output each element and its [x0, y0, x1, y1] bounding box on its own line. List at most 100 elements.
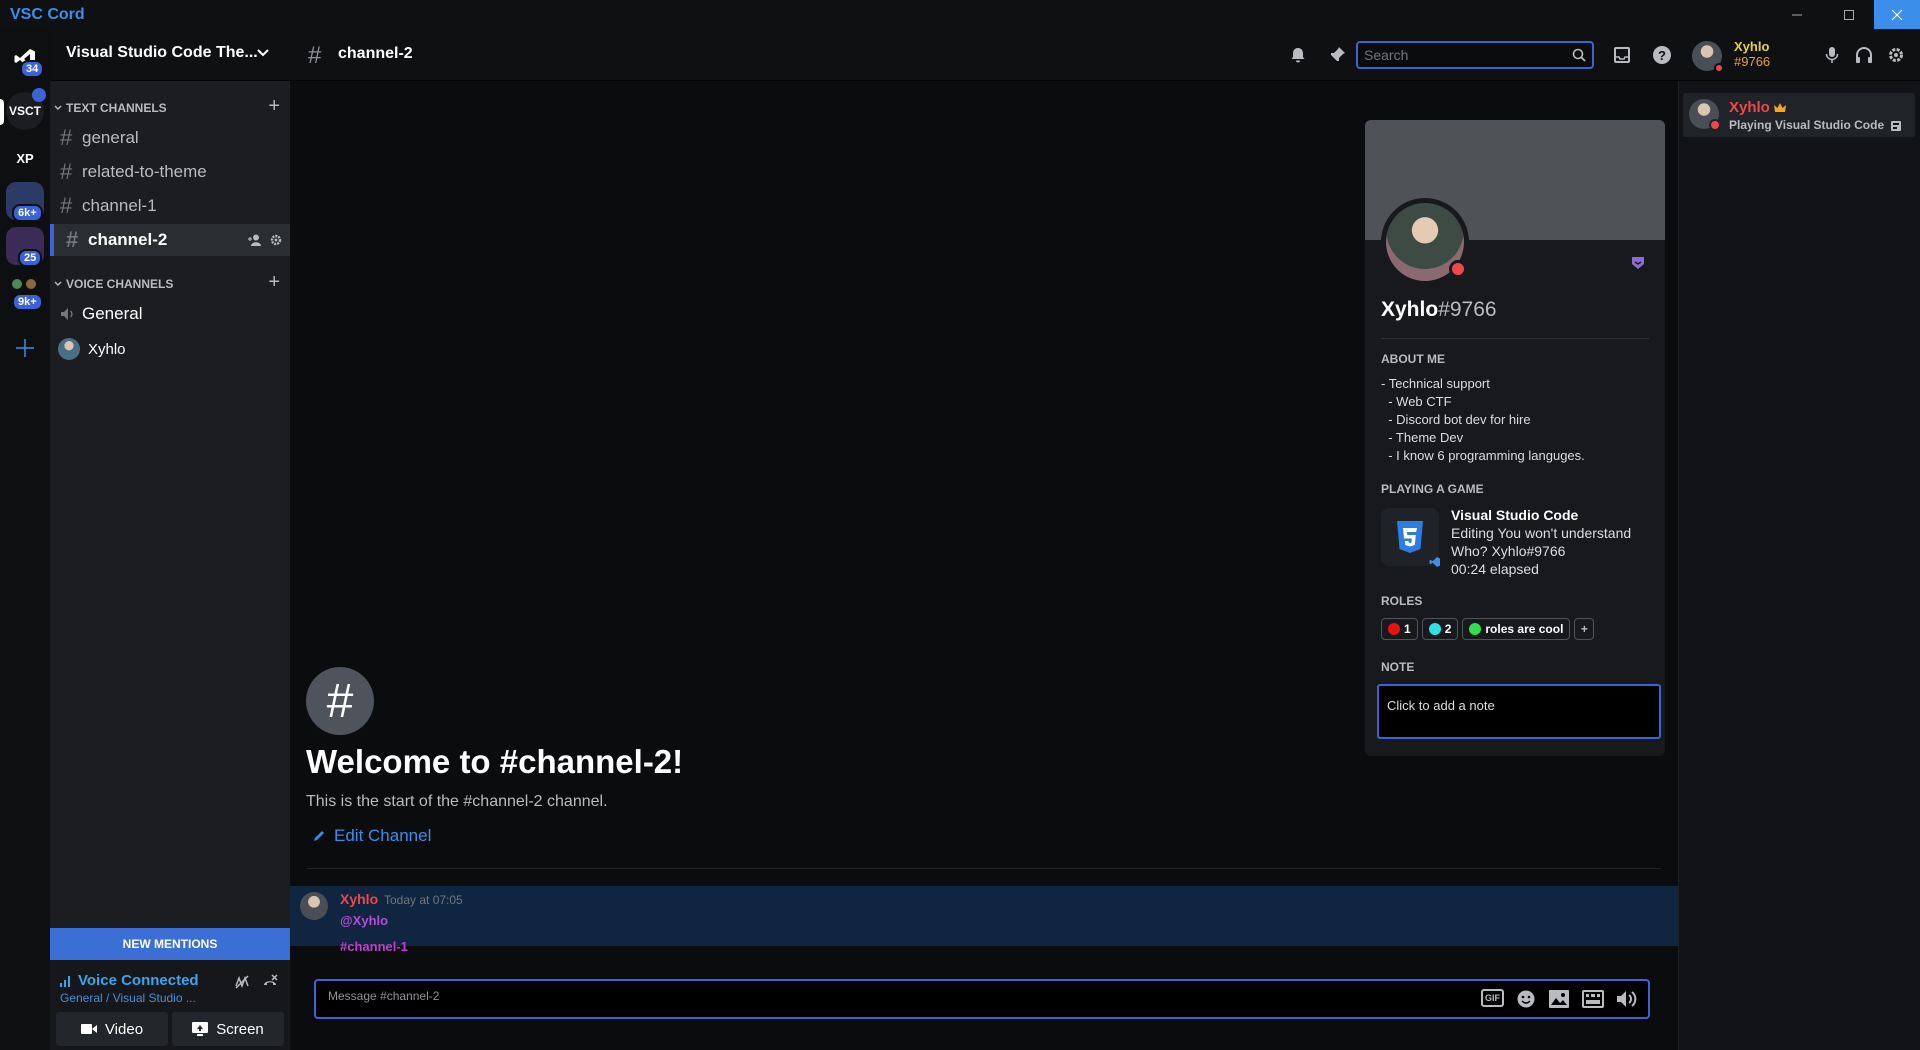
member-activity: Playing Visual Studio Code	[1729, 118, 1902, 132]
game-title: Visual Studio Code	[1451, 507, 1579, 523]
channel-link[interactable]: #channel-1	[340, 939, 408, 954]
roles-heading: ROLES	[1381, 594, 1423, 608]
role-label: 2	[1444, 622, 1452, 636]
user-mention[interactable]: @Xyhlo	[340, 913, 388, 928]
note-box[interactable]	[1377, 684, 1661, 739]
game-elapsed: 00:24 elapsed	[1451, 561, 1539, 577]
server-folder-1[interactable]: 6k+	[6, 182, 44, 222]
channel-item-related-to-theme[interactable]: # related-to-theme	[50, 156, 290, 188]
note-input[interactable]	[1387, 698, 1647, 713]
channel-title: channel-2	[338, 45, 413, 62]
profile-name: Xyhlo#9766	[1381, 298, 1497, 322]
add-channel-icon[interactable]: +	[268, 271, 280, 294]
message[interactable]: Xyhlo Today at 07:05 @Xyhlo	[290, 886, 1678, 946]
search-box[interactable]	[1356, 41, 1594, 69]
home-button[interactable]: 34	[6, 40, 45, 78]
about-me-heading: ABOUT ME	[1381, 352, 1445, 366]
avatar	[58, 338, 80, 360]
voice-user[interactable]: Xyhlo	[58, 338, 126, 360]
gif-button[interactable]: GIF	[1481, 989, 1504, 1007]
bell-icon[interactable]	[1286, 43, 1310, 67]
screen-label: Screen	[216, 1020, 264, 1038]
pencil-icon	[314, 831, 324, 841]
top-header: Visual Studio Code The... # channel-2 ? …	[50, 29, 1920, 81]
invite-icon[interactable]	[248, 234, 262, 246]
hashtag-icon: #	[60, 159, 73, 184]
server-xp[interactable]: XP	[6, 139, 44, 177]
server-badge: 6k+	[12, 204, 43, 222]
dnd-status-dot	[1709, 119, 1721, 131]
server-badge: 9k+	[12, 293, 43, 311]
minimize-button[interactable]	[1774, 0, 1820, 29]
search-input[interactable]	[1358, 43, 1558, 67]
channel-item-channel-2[interactable]: # channel-2	[50, 224, 290, 256]
minimize-icon	[1792, 14, 1802, 15]
add-channel-icon[interactable]: +	[268, 95, 280, 118]
inbox-icon[interactable]	[1610, 43, 1634, 67]
role-list: 1 2 roles are cool +	[1381, 618, 1595, 640]
microphone-icon[interactable]	[1820, 43, 1844, 67]
sticker-icon[interactable]	[1582, 989, 1604, 1009]
server-vsct[interactable]: VSCT	[6, 88, 46, 130]
channel-label: channel-2	[88, 230, 168, 249]
message-composer[interactable]: GIF	[314, 979, 1650, 1019]
profile-tag: #9766	[1438, 298, 1497, 321]
emoji-icon[interactable]	[1516, 989, 1536, 1009]
message-input[interactable]	[328, 989, 1228, 1003]
role-label: roles are cool	[1485, 622, 1564, 636]
hashtag-icon: #	[60, 125, 73, 150]
user-tag: #9766	[1734, 54, 1771, 69]
gear-icon[interactable]	[1884, 43, 1908, 67]
role-pill[interactable]: roles are cool	[1462, 618, 1571, 640]
screen-share-button[interactable]: Screen	[172, 1012, 284, 1046]
category-text-channels[interactable]: TEXT CHANNELS	[54, 101, 167, 115]
role-pill[interactable]: 2	[1421, 618, 1459, 640]
divider	[1381, 338, 1649, 339]
volume-icon[interactable]	[1616, 989, 1638, 1009]
server-label: VSCT	[8, 104, 41, 118]
member-name-row: Xyhlo	[1729, 99, 1786, 116]
user-info[interactable]: Xyhlo #9766	[1734, 39, 1770, 69]
divider	[306, 868, 1661, 869]
welcome-title: Welcome to #channel-2!	[306, 743, 684, 780]
message-author[interactable]: Xyhlo	[340, 891, 378, 907]
member-item[interactable]: Xyhlo Playing Visual Studio Code	[1683, 93, 1915, 137]
add-server-button[interactable]	[6, 329, 44, 367]
server-badge: 25	[18, 249, 43, 267]
notification-dot	[32, 88, 46, 102]
video-button[interactable]: Video	[56, 1012, 168, 1046]
server-folder-2[interactable]: 25	[6, 227, 44, 267]
avatar[interactable]	[300, 892, 328, 920]
chevron-down-icon[interactable]	[256, 45, 270, 59]
noise-suppression-icon[interactable]	[234, 974, 250, 990]
new-mentions-button[interactable]: NEW MENTIONS	[50, 928, 290, 960]
settings-icon[interactable]	[270, 234, 282, 246]
voice-channel-general[interactable]: General	[50, 298, 290, 330]
member-list: Xyhlo Playing Visual Studio Code	[1678, 81, 1920, 1050]
close-button[interactable]	[1874, 0, 1920, 29]
voice-channel-link[interactable]: General / Visual Studio ...	[60, 991, 220, 1005]
add-role-button[interactable]: +	[1574, 618, 1595, 640]
pin-icon[interactable]	[1325, 43, 1349, 67]
help-icon[interactable]: ?	[1650, 43, 1674, 67]
category-voice-channels[interactable]: VOICE CHANNELS	[54, 277, 173, 291]
user-name: Xyhlo	[1734, 39, 1770, 54]
channel-item-channel-1[interactable]: # channel-1	[50, 190, 290, 222]
hashtag-icon: #	[60, 193, 73, 218]
server-folder-3[interactable]: 9k+	[6, 273, 44, 311]
headphones-icon[interactable]	[1852, 43, 1876, 67]
channel-label: General	[82, 304, 143, 323]
welcome-subtitle: This is the start of the #channel-2 chan…	[306, 793, 608, 810]
screen-share-icon	[192, 1022, 209, 1036]
edit-channel-link[interactable]: Edit Channel	[312, 826, 431, 846]
server-mini-icon	[12, 279, 22, 289]
vscode-small-icon	[1429, 557, 1440, 567]
channel-item-general[interactable]: # general	[50, 122, 290, 154]
maximize-button[interactable]	[1826, 0, 1872, 29]
disconnect-icon[interactable]	[262, 974, 278, 990]
chevron-down-icon	[54, 105, 62, 110]
role-color-dot	[1428, 623, 1441, 635]
image-icon[interactable]	[1548, 989, 1570, 1009]
guild-name[interactable]: Visual Studio Code The...	[66, 44, 266, 62]
role-pill[interactable]: 1	[1381, 618, 1418, 640]
